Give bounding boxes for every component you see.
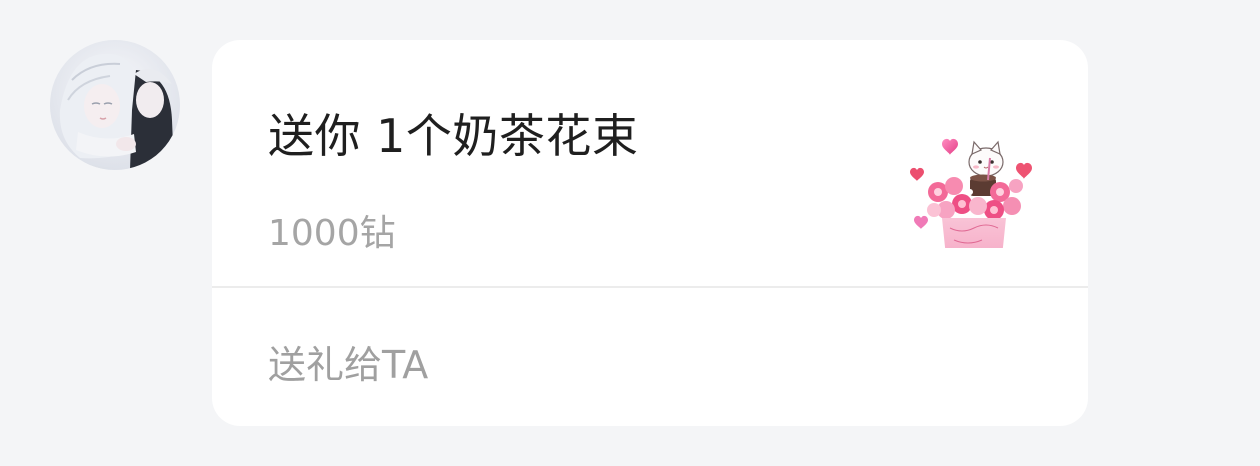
gift-price: 1000钻 [268,213,396,254]
user-avatar-illustration [50,40,180,170]
gift-title: 送你 1个奶茶花束 [268,109,639,163]
send-gift-button[interactable]: 送礼给TA [268,334,428,389]
gift-message-card[interactable]: 送你 1个奶茶花束 1000钻 送礼给TA [212,40,1088,426]
milk-tea-bouquet-icon [904,88,1044,248]
avatar[interactable] [50,40,180,170]
divider [212,286,1088,288]
